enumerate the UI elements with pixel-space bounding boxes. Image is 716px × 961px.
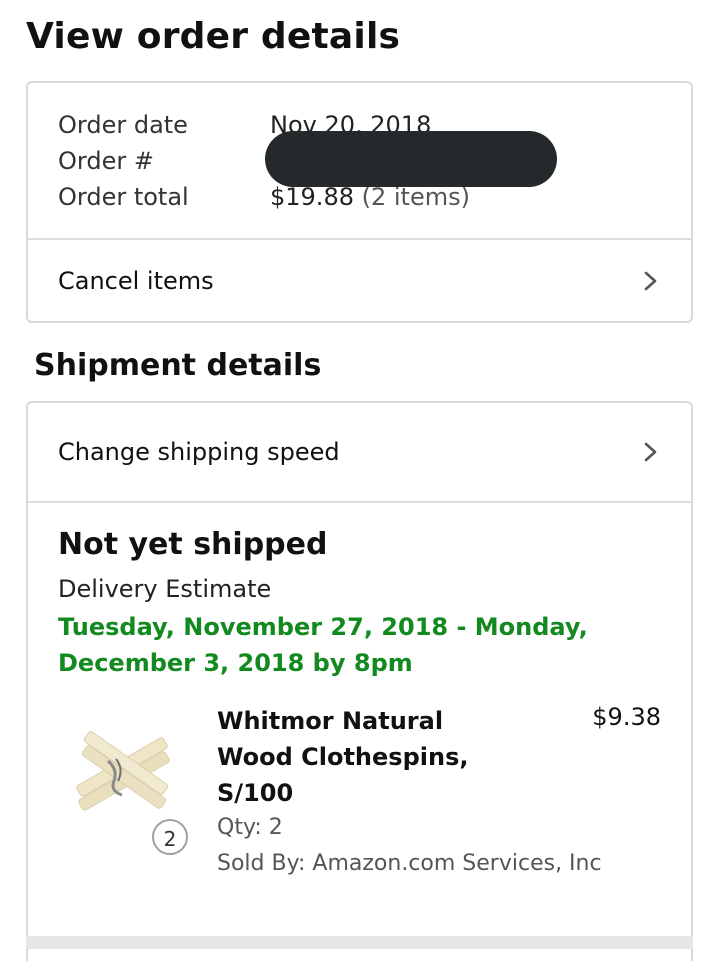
chevron-right-icon	[644, 271, 657, 291]
change-shipping-speed-button[interactable]: Change shipping speed	[28, 403, 691, 501]
order-total-label: Order total	[58, 183, 189, 211]
chevron-right-icon	[644, 442, 657, 462]
cancel-items-button[interactable]: Cancel items	[28, 240, 691, 322]
next-section-edge	[26, 936, 693, 949]
shipment-status: Not yet shipped	[58, 527, 328, 562]
cancel-items-label: Cancel items	[58, 267, 214, 295]
shipment-section-title: Shipment details	[34, 348, 322, 383]
order-summary-card: Order date Nov 20, 2018 Order # Order to…	[26, 81, 693, 323]
divider	[28, 501, 691, 503]
delivery-estimate-label: Delivery Estimate	[58, 575, 272, 603]
item-seller: Sold By: Amazon.com Services, Inc	[217, 851, 602, 876]
clothespin-product-image[interactable]	[64, 721, 184, 825]
item-title-link[interactable]: Whitmor Natural Wood Clothespins, S/100	[217, 703, 487, 811]
page-title: View order details	[26, 16, 401, 57]
order-total-amount: $19.88	[270, 183, 354, 211]
shipment-card: Change shipping speed Not yet shipped De…	[26, 401, 693, 961]
order-item-count: (2 items)	[361, 183, 470, 211]
delivery-estimate-date: Tuesday, November 27, 2018 - Monday, Dec…	[58, 613, 588, 677]
item-quantity: Qty: 2	[217, 815, 283, 840]
change-shipping-speed-label: Change shipping speed	[58, 438, 340, 466]
quantity-badge: 2	[152, 819, 188, 855]
order-date-label: Order date	[58, 111, 188, 139]
redacted-order-number	[265, 131, 557, 187]
order-number-label: Order #	[58, 147, 154, 175]
item-price: $9.38	[592, 703, 661, 731]
